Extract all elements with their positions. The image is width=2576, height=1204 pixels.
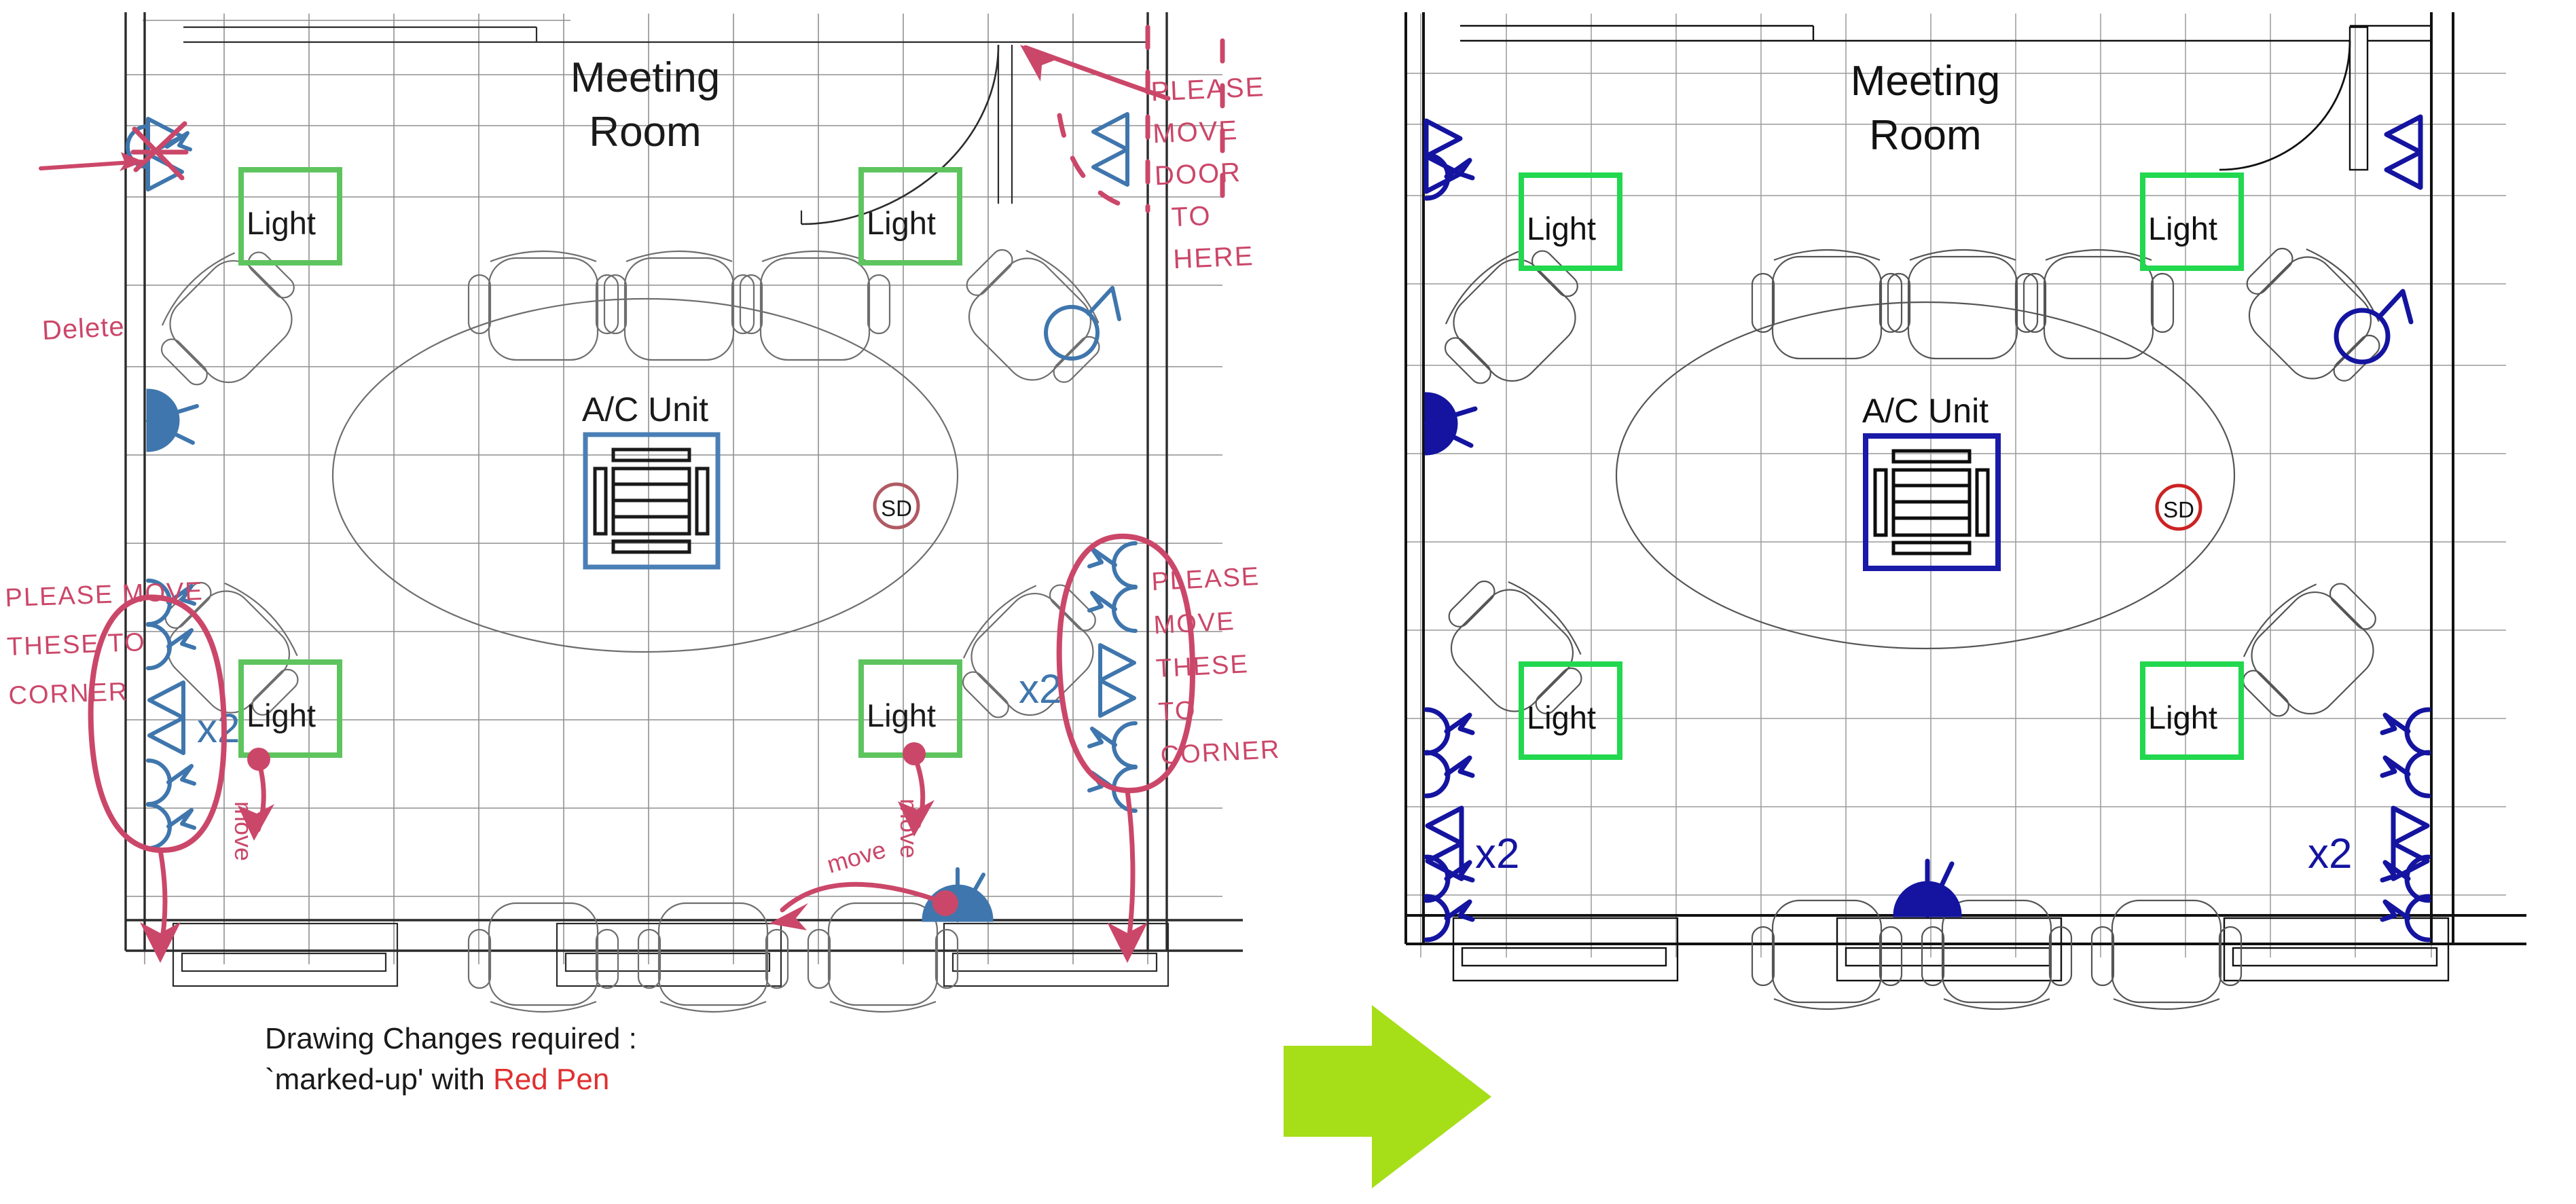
construction-grid (126, 14, 1222, 964)
room-title-line2: Room (1869, 112, 1981, 159)
light-label: Light (247, 205, 316, 241)
light-fixture-top-right: Light (858, 167, 962, 266)
wall-light-symbol-bottom (922, 867, 994, 922)
wall-light-symbol-left (146, 388, 199, 452)
light-label: Light (247, 697, 316, 733)
room-title-line1: Meeting (1851, 58, 2001, 105)
wall-light-symbol-left (1423, 392, 1478, 456)
markup-move-left-text: PLEASE MOVE THESE TO CORNER (4, 577, 204, 711)
light-fixture-top-left: Light (238, 167, 342, 266)
chair-corner-br (962, 584, 1096, 718)
markup-move-right-text: PLEASE MOVE THESE TO CORNER (1150, 562, 1282, 770)
bottom-window-panels (172, 922, 1169, 987)
left-caption-line2-prefix: `marked-up' with (265, 1063, 494, 1096)
chair-corner-tl (1444, 250, 1578, 384)
chair-group-top (1751, 249, 2175, 360)
markup-move-door-text: PLEASE MOVE DOOR TO HERE (1150, 72, 1266, 275)
wall-light-symbol-bottom-relocated (1893, 858, 1962, 918)
bottom-window-panels (1452, 917, 2450, 982)
light-fixture-bottom-right: Light (2140, 661, 2244, 760)
smoke-detector-label: SD (881, 496, 912, 521)
markup-delete-strike (39, 121, 189, 181)
relocated-door (2219, 24, 2431, 171)
smoke-detector-label: SD (2163, 497, 2194, 522)
revised-floor-plan: .rgl{stroke:#9a9a9a;stroke-width:1.5;fil… (1290, 0, 2576, 1019)
socket-group-bottom-right-relocated: x2 (2308, 707, 2431, 943)
ac-unit: A/C Unit (582, 390, 721, 570)
light-label: Light (867, 205, 936, 241)
light-switch-right (1044, 286, 1121, 361)
red-pen-highlight: Red Pen (493, 1063, 610, 1096)
ac-unit-label: A/C Unit (582, 390, 708, 428)
left-caption-line1: Drawing Changes required : (265, 1022, 637, 1055)
quantity-label: x2 (1019, 666, 1062, 712)
quantity-label: x2 (2308, 831, 2352, 877)
light-label: Light (1527, 699, 1596, 735)
light-label: Light (1527, 211, 1596, 247)
markup-move-light-left: move (230, 748, 274, 861)
conference-table (331, 297, 959, 653)
chair-group-top (467, 250, 891, 361)
socket-group-bottom-right: x2 (1019, 541, 1138, 813)
light-switch-right (2334, 289, 2414, 365)
light-fixture-bottom-left: Light (238, 659, 342, 758)
right-drawing-panel: .rgl{stroke:#9a9a9a;stroke-width:1.5;fil… (1290, 0, 2576, 1204)
marked-up-floor-plan: .gl{stroke:#8f8f8f;stroke-width:1.6;fill… (0, 0, 1290, 1019)
light-fixture-top-right: Light (2140, 172, 2244, 271)
light-fixture-bottom-left: Light (1519, 661, 1622, 760)
left-caption-line2: `marked-up' with Red Pen (265, 1059, 637, 1100)
light-label: Light (2148, 211, 2217, 247)
markup-delete-text: Delete (41, 311, 126, 346)
left-drawing-panel: .gl{stroke:#8f8f8f;stroke-width:1.6;fill… (0, 0, 1290, 1204)
room-title-line2: Room (589, 109, 701, 156)
light-label: Light (2148, 699, 2217, 735)
move-annotation: move (895, 799, 923, 858)
left-caption: Drawing Changes required : `marked-up' w… (265, 1019, 637, 1100)
socket-group-bottom-left-relocated: x2 (1423, 707, 1519, 943)
quantity-label: x2 (1475, 831, 1519, 877)
markup-move-light-right: move (895, 742, 935, 858)
light-label: Light (867, 697, 936, 733)
ac-unit-label: A/C Unit (1862, 392, 1989, 430)
move-annotation: move (230, 801, 257, 861)
chair-corner-br (2242, 583, 2376, 717)
data-outlet-right-upper (1091, 112, 1129, 187)
smoke-detector: SD (2155, 484, 2202, 531)
room-title-line1: Meeting (570, 54, 721, 101)
light-fixture-top-left: Light (1519, 172, 1622, 271)
light-fixture-bottom-right: Light (858, 659, 962, 758)
data-outlet-right-upper (2384, 114, 2423, 190)
move-annotation: move (824, 835, 889, 879)
chair-corner-tl (160, 251, 295, 386)
smoke-detector: SD (873, 482, 920, 530)
